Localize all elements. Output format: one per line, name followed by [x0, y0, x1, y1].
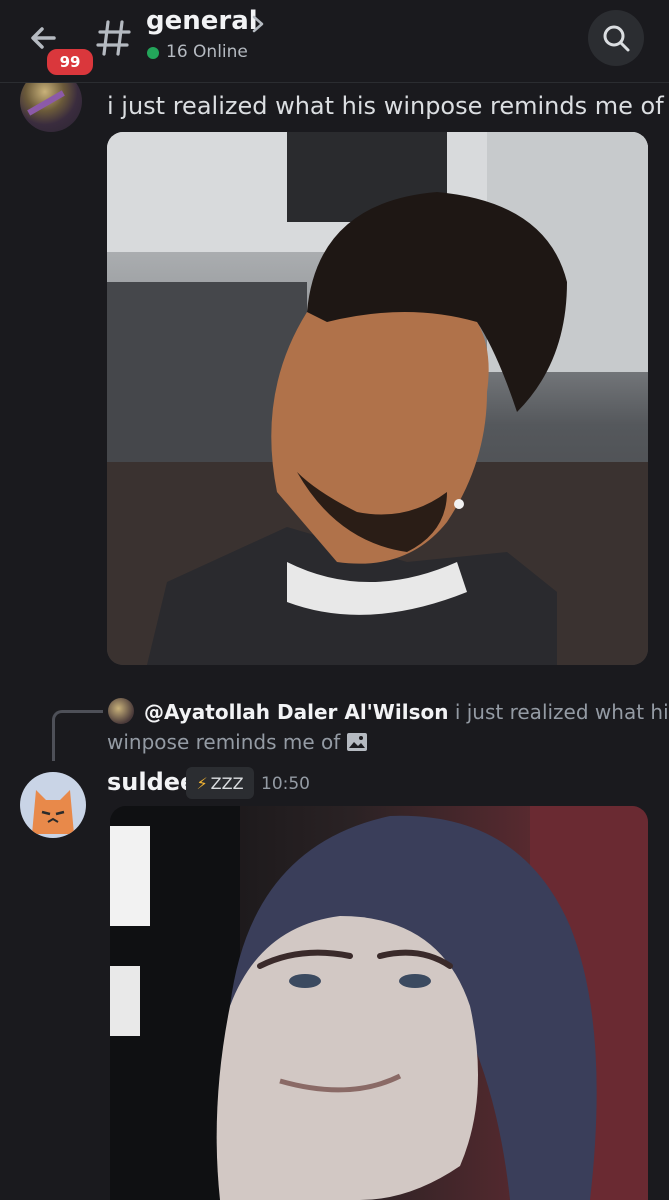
reply-content-continued[interactable]: winpose reminds me of	[107, 730, 368, 754]
user-tag-label: ZZZ	[210, 773, 244, 793]
online-count: 16 Online	[166, 42, 248, 62]
message-author[interactable]: suldee	[107, 768, 196, 796]
search-button[interactable]	[588, 10, 644, 66]
message-image-attachment[interactable]	[110, 806, 648, 1200]
message-text: i just realized what his winpose reminds…	[107, 92, 664, 120]
search-icon	[603, 25, 630, 52]
message-image-attachment[interactable]	[107, 132, 648, 665]
hash-icon	[96, 20, 131, 56]
lightning-icon: ⚡	[196, 773, 208, 793]
image-icon	[347, 733, 368, 751]
reply-content: i just realized what his	[454, 700, 669, 724]
unread-badge: 99	[44, 46, 96, 78]
reply-avatar	[108, 698, 134, 724]
reply-content-line2: winpose reminds me of	[107, 730, 341, 754]
online-status-dot	[147, 47, 159, 59]
channel-name[interactable]: general	[146, 6, 258, 36]
chevron-right-icon[interactable]	[250, 14, 266, 34]
reply-connector	[52, 710, 103, 761]
channel-header: 99 general 16 Online	[0, 0, 669, 83]
avatar[interactable]	[20, 772, 86, 838]
reply-username[interactable]: @Ayatollah Daler Al'Wilson	[144, 700, 448, 724]
user-tag[interactable]: ⚡ ZZZ	[186, 767, 254, 799]
message-timestamp: 10:50	[261, 774, 310, 794]
reply-preview[interactable]: @Ayatollah Daler Al'Wilson i just realiz…	[144, 700, 669, 724]
